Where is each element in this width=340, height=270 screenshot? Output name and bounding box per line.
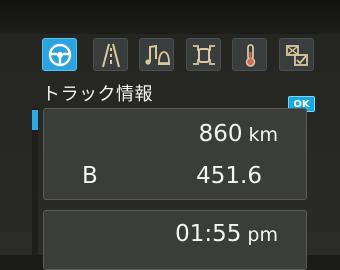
steering-wheel-icon[interactable]	[42, 38, 77, 71]
clock-time: 01:55	[175, 221, 242, 247]
bezel	[0, 0, 340, 34]
menu-icon-row	[42, 38, 334, 72]
cluster-screen: トラック情報 OK 860 km B 451.6 01:55 pm	[0, 0, 340, 270]
trip-label: B	[82, 163, 98, 189]
road-lane-icon[interactable]	[93, 38, 128, 71]
vehicle-arrows-icon[interactable]	[186, 38, 221, 71]
thermometer-icon[interactable]	[232, 38, 267, 71]
clock-period: pm	[247, 224, 278, 246]
clock-readout: 01:55 pm	[175, 221, 278, 247]
distance-panel: 860 km B 451.6	[43, 108, 307, 200]
odometer-unit: km	[248, 124, 278, 146]
settings-check-icon[interactable]	[279, 38, 314, 71]
clock-panel: 01:55 pm	[43, 210, 307, 270]
scrollbar-thumb[interactable]	[32, 110, 38, 130]
odometer-value: 860	[198, 121, 243, 147]
odometer-readout: 860 km	[199, 121, 278, 147]
music-bell-icon[interactable]	[139, 38, 174, 71]
trip-value: 451.6	[196, 163, 262, 189]
page-title: トラック情報	[42, 84, 153, 105]
scrollbar-track[interactable]	[32, 108, 38, 255]
